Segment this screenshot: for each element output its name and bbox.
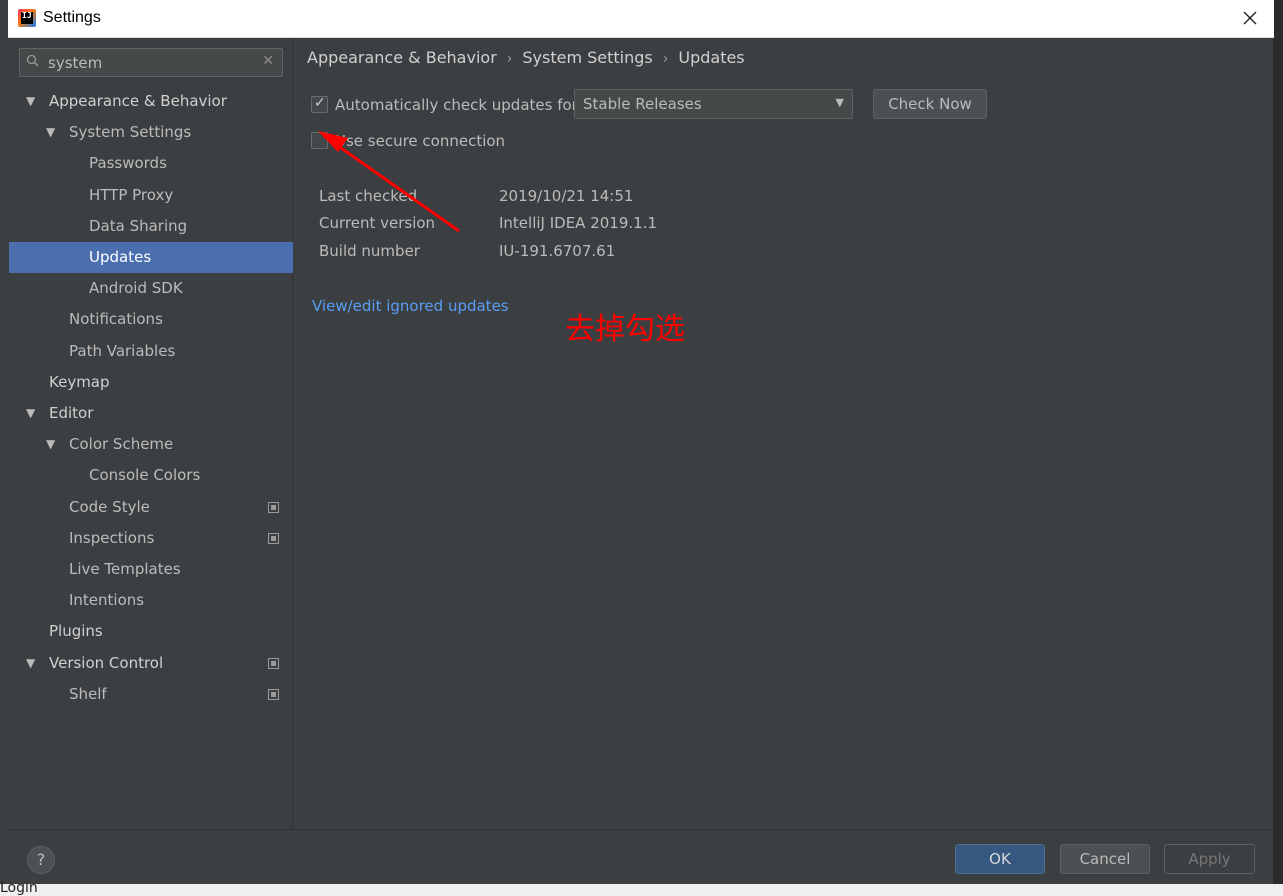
sidebar-item-label: Shelf [69, 684, 107, 703]
intellij-app-icon: IJ [18, 9, 36, 27]
sidebar-item-label: Passwords [89, 154, 167, 173]
project-level-icon [268, 532, 279, 544]
sidebar-item-label: Path Variables [69, 341, 176, 360]
sidebar-item-label: Live Templates [69, 560, 181, 578]
sidebar-item-inspections[interactable]: Inspections [9, 523, 293, 554]
current-version-value: IntelliJ IDEA 2019.1.1 [499, 214, 658, 232]
expand-arrow-icon[interactable]: ▼ [26, 398, 35, 429]
clear-search-icon[interactable]: ✕ [262, 53, 274, 69]
sidebar-item-updates[interactable]: Updates [9, 242, 293, 273]
sidebar-item-http-proxy[interactable]: HTTP Proxy [9, 180, 293, 211]
sidebar-item-label: Intentions [69, 591, 145, 610]
expand-arrow-icon[interactable]: ▼ [26, 648, 35, 679]
chevron-right-icon: › [506, 51, 513, 67]
sidebar-item-appearance-behavior[interactable]: ▼ Appearance & Behavior [9, 86, 293, 117]
sidebar-item-plugins[interactable]: Plugins [9, 616, 293, 647]
close-icon [1243, 11, 1257, 25]
settings-dialog: ✕ ▼ Appearance & Behavior ▼ System Settings… [9, 38, 1273, 884]
sidebar-item-keymap[interactable]: Keymap [9, 367, 293, 398]
sidebar-item-label: Updates [89, 248, 152, 266]
project-level-icon [268, 657, 279, 669]
search-input[interactable] [48, 53, 258, 73]
sidebar-item-label: Code Style [69, 497, 150, 516]
close-button[interactable] [1238, 6, 1262, 30]
chevron-right-icon: › [662, 51, 669, 67]
sidebar-item-data-sharing[interactable]: Data Sharing [9, 211, 293, 242]
build-number-value: IU-191.6707.61 [499, 242, 616, 260]
help-button[interactable]: ? [27, 846, 55, 874]
title-bar: IJ Settings [8, 0, 1274, 38]
sidebar-item-label: Data Sharing [89, 216, 188, 235]
breadcrumb-item: Appearance & Behavior [307, 48, 497, 67]
sidebar-item-label: Console Colors [89, 466, 201, 485]
search-box[interactable]: ✕ [19, 48, 283, 77]
ignored-updates-link[interactable]: View/edit ignored updates [312, 297, 509, 315]
annotation-text: 去掉勾选 [565, 312, 685, 347]
sidebar-item-label: Plugins [49, 622, 103, 641]
sidebar-item-label: Color Scheme [69, 435, 174, 454]
check-now-button[interactable]: Check Now [873, 89, 987, 119]
dialog-footer: ? OK Cancel Apply [9, 829, 1273, 884]
ok-button[interactable]: OK [955, 844, 1045, 874]
expand-arrow-icon[interactable]: ▼ [26, 86, 35, 117]
sidebar-item-system-settings[interactable]: ▼ System Settings [9, 117, 293, 148]
sidebar-item-label: Notifications [69, 310, 163, 329]
sidebar-item-code-style[interactable]: Code Style [9, 492, 293, 523]
last-checked-value: 2019/10/21 14:51 [499, 187, 634, 205]
last-checked-label: Last checked [319, 187, 418, 205]
breadcrumb: Appearance & Behavior › System Settings › Up… [307, 48, 745, 67]
sidebar-item-label: System Settings [69, 123, 192, 142]
sidebar-item-android-sdk[interactable]: Android SDK [9, 273, 293, 304]
project-level-icon [268, 688, 279, 700]
update-channel-select[interactable]: Stable Releases ▼ [574, 89, 853, 119]
sidebar-item-path-variables[interactable]: Path Variables [9, 336, 293, 367]
secure-connection-label[interactable]: Use secure connection [335, 132, 505, 150]
updates-panel: Appearance & Behavior › System Settings › Up… [294, 38, 1273, 829]
sidebar-item-label: Inspections [69, 528, 155, 547]
sidebar-item-label: Android SDK [89, 279, 183, 298]
breadcrumb-item: Updates [678, 48, 745, 67]
cancel-button[interactable]: Cancel [1060, 844, 1150, 874]
background-app-bottom: Login [0, 880, 1283, 896]
current-version-label: Current version [319, 214, 436, 232]
background-app-right-edge [1273, 38, 1283, 888]
sidebar-item-console-colors[interactable]: Console Colors [9, 460, 293, 491]
breadcrumb-item: System Settings [522, 48, 653, 67]
sidebar-item-label: HTTP Proxy [89, 185, 174, 204]
apply-button[interactable]: Apply [1164, 844, 1255, 874]
sidebar-item-label: Keymap [49, 372, 110, 391]
sidebar-item-color-scheme[interactable]: ▼ Color Scheme [9, 429, 293, 460]
sidebar-item-intentions[interactable]: Intentions [9, 585, 293, 616]
dropdown-arrow-icon: ▼ [835, 96, 844, 109]
auto-check-updates-label[interactable]: Automatically check updates for [335, 96, 578, 114]
settings-sidebar: ✕ ▼ Appearance & Behavior ▼ System Settings… [9, 38, 293, 829]
sidebar-item-shelf[interactable]: Shelf [9, 679, 293, 710]
sidebar-item-label: Version Control [49, 653, 164, 672]
sidebar-item-notifications[interactable]: Notifications [9, 304, 293, 335]
project-level-icon [268, 501, 279, 513]
build-number-label: Build number [319, 242, 420, 260]
sidebar-item-live-templates[interactable]: Live Templates [9, 554, 293, 585]
expand-arrow-icon[interactable]: ▼ [46, 429, 55, 460]
sidebar-item-passwords[interactable]: Passwords [9, 148, 293, 179]
search-icon [26, 54, 39, 67]
expand-arrow-icon[interactable]: ▼ [46, 117, 55, 148]
sidebar-item-label: Editor [49, 404, 94, 422]
sidebar-item-label: Appearance & Behavior [49, 92, 227, 110]
update-channel-value: Stable Releases [583, 95, 702, 113]
sidebar-item-editor[interactable]: ▼ Editor [9, 398, 293, 429]
secure-connection-checkbox[interactable] [311, 132, 328, 149]
window-title: Settings [43, 9, 101, 26]
auto-check-updates-checkbox[interactable] [311, 95, 328, 113]
sidebar-item-version-control[interactable]: ▼ Version Control [9, 648, 293, 679]
